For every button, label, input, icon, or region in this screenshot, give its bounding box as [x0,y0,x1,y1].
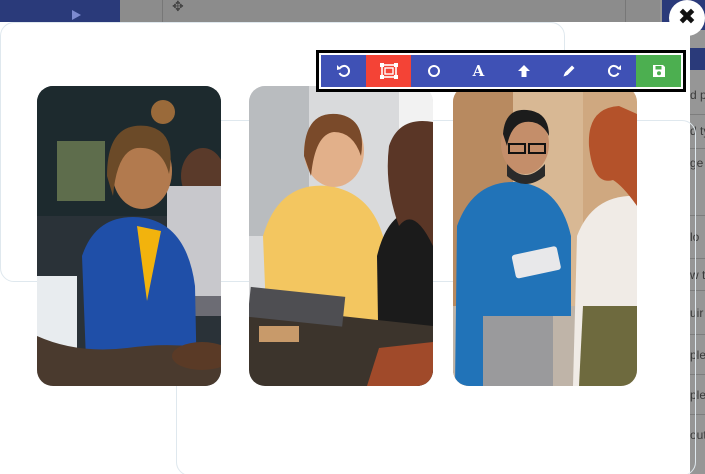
crop-select-icon [379,63,398,79]
photo-office-team-image [37,86,221,386]
floppy-disk-icon [652,65,665,77]
photo-tablet-meeting-image [453,86,637,386]
panel-badge [688,48,705,70]
arrow-tool-button[interactable] [501,55,546,87]
text-tool-button[interactable]: A [456,55,501,87]
panel-text: d p [690,88,705,102]
redo-icon [607,64,621,77]
pencil-icon [563,65,574,77]
image-editor-toolbar: A [316,50,686,92]
photo-laptop-collaboration-image [249,86,433,386]
pencil-tool-button[interactable] [546,55,591,87]
play-icon [72,10,81,20]
photo-laptop-collaboration[interactable] [249,86,433,386]
close-dialog-button[interactable]: ✖ [669,0,705,36]
undo-button[interactable] [321,55,366,87]
crop-select-button[interactable] [366,55,411,87]
image-editor-dialog: A [0,22,696,474]
divider [162,0,163,22]
photo-office-team[interactable] [37,86,221,386]
undo-icon [336,64,350,77]
background-toolbar [120,0,660,22]
save-button[interactable] [636,55,681,87]
background-header [0,0,120,22]
arrow-up-icon [517,65,530,77]
circle-icon [427,65,440,77]
close-icon: ✖ [677,5,697,30]
redo-button[interactable] [591,55,636,87]
photo-tablet-meeting[interactable] [453,86,637,386]
move-icon: ✥ [172,0,184,15]
circle-tool-button[interactable] [411,55,456,87]
divider [625,0,626,22]
text-icon: A [472,62,485,80]
